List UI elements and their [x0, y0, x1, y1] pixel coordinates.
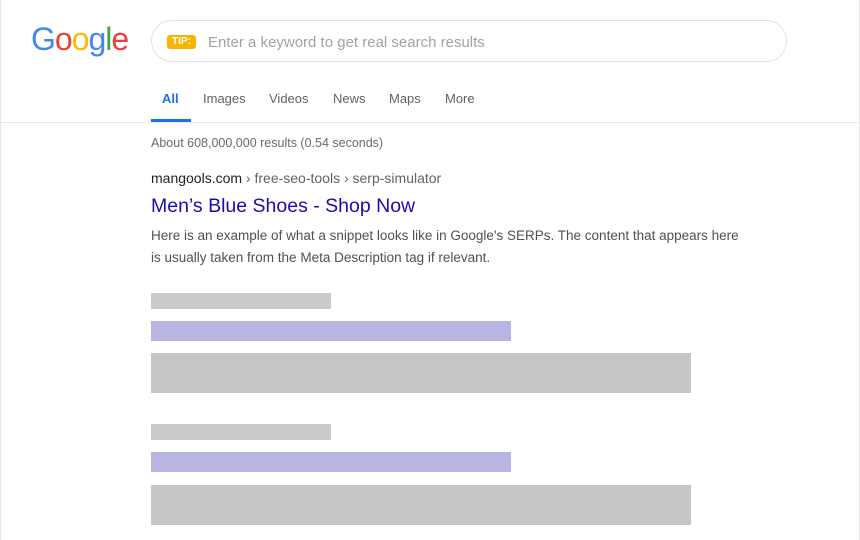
result-stats: About 608,000,000 results (0.54 seconds)	[151, 136, 384, 150]
logo-letter-o1: o	[54, 21, 73, 57]
tab-videos-label: Videos	[269, 91, 309, 106]
logo-letter-g1: G	[31, 21, 56, 57]
tab-more-label: More	[445, 91, 475, 106]
header-divider	[0, 122, 860, 123]
result-path: › free-seo-tools › serp-simulator	[242, 170, 442, 186]
logo-letter-o2: o	[71, 21, 90, 57]
result-title-link[interactable]: Men’s Blue Shoes - Shop Now	[151, 195, 415, 218]
placeholder-url-bar-1	[151, 293, 331, 309]
search-input[interactable]	[206, 29, 770, 55]
placeholder-snippet-bar-1	[151, 353, 691, 393]
tab-more[interactable]: More	[445, 82, 475, 122]
tab-images[interactable]: Images	[203, 82, 246, 122]
placeholder-title-bar-2	[151, 452, 511, 472]
tab-images-label: Images	[203, 91, 246, 106]
tab-news[interactable]: News	[333, 82, 366, 122]
tab-news-label: News	[333, 91, 366, 106]
placeholder-snippet-bar-2	[151, 485, 691, 525]
tab-videos[interactable]: Videos	[269, 82, 309, 122]
logo-letter-e: e	[111, 21, 129, 57]
tab-all-label: All	[162, 91, 179, 106]
google-logo[interactable]: Google	[31, 19, 129, 59]
placeholder-title-bar-1	[151, 321, 511, 341]
result-domain: mangools.com	[151, 170, 243, 186]
search-box[interactable]: TIP:	[151, 20, 787, 62]
placeholder-url-bar-2	[151, 424, 331, 440]
tip-badge: TIP:	[167, 35, 196, 49]
result-breadcrumb: mangools.com › free-seo-tools › serp-sim…	[151, 170, 441, 186]
tab-maps[interactable]: Maps	[389, 82, 421, 122]
logo-letter-g2: g	[88, 21, 106, 57]
result-snippet: Here is an example of what a snippet loo…	[151, 228, 739, 265]
tab-all[interactable]: All	[151, 82, 191, 122]
frame-edge-left	[0, 0, 1, 540]
tab-maps-label: Maps	[389, 91, 421, 106]
